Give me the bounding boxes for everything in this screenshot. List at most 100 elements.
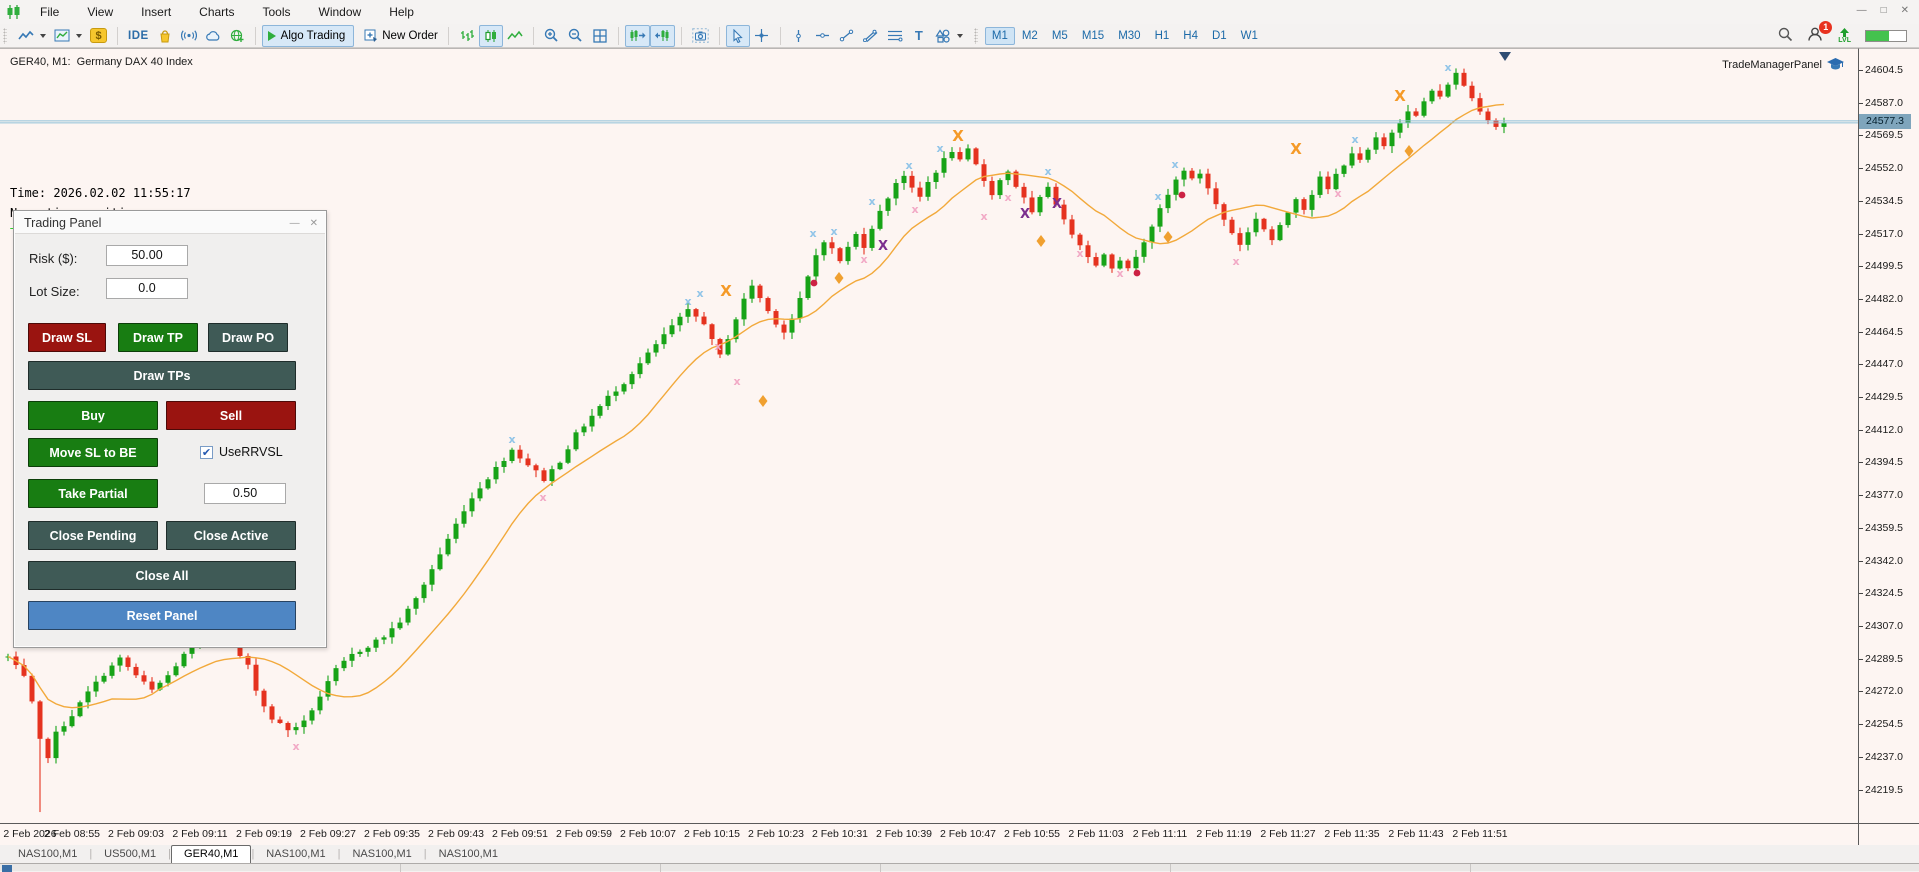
chart-tab[interactable]: NAS100,M1 <box>427 846 510 863</box>
svg-text:x: x <box>868 195 875 208</box>
buy-button[interactable]: Buy <box>28 401 158 430</box>
community-globe-icon[interactable] <box>225 25 249 47</box>
lvl-icon[interactable]: LVL <box>1838 28 1851 44</box>
panel-minimize-icon[interactable]: — <box>290 218 300 229</box>
trendline-tool-icon[interactable] <box>835 25 859 47</box>
bar-chart-type-icon[interactable] <box>455 25 479 47</box>
menu-item[interactable]: Insert <box>127 0 185 24</box>
zoom-out-icon[interactable] <box>564 25 588 47</box>
chart-window-button[interactable] <box>50 25 86 47</box>
svg-text:X: X <box>952 127 964 145</box>
risk-label: Risk ($): <box>29 251 77 266</box>
chart-tab[interactable]: GER40,M1 <box>171 845 251 863</box>
window-close-icon[interactable]: ✕ <box>1901 5 1909 16</box>
svg-text:X: X <box>1052 197 1062 212</box>
vertical-line-tool-icon[interactable] <box>787 25 811 47</box>
time-tick-label: 2 Feb 10:07 <box>620 828 676 840</box>
chart-tab[interactable]: NAS100,M1 <box>254 846 337 863</box>
timeframe-button[interactable]: W1 <box>1234 27 1265 45</box>
screenshot-camera-icon[interactable] <box>688 25 713 47</box>
ide-button[interactable]: IDE <box>124 25 153 47</box>
price-axis[interactable]: 24604.524587.024569.524552.024534.524517… <box>1858 48 1919 823</box>
timeframe-button[interactable]: H4 <box>1176 27 1205 45</box>
chart-auto-scroll-icon[interactable] <box>650 25 675 47</box>
menu-item[interactable]: File <box>26 0 73 24</box>
trading-panel-dialog[interactable]: Trading Panel — ✕ Risk ($): 50.00 Lot Si… <box>13 210 327 648</box>
fibonacci-tool-icon[interactable] <box>883 25 907 47</box>
window-restore-icon[interactable]: □ <box>1881 5 1887 16</box>
close-pending-button[interactable]: Close Pending <box>28 521 158 550</box>
move-sl-to-be-button[interactable]: Move SL to BE <box>28 438 158 467</box>
price-tick-label: 24342.0 <box>1865 555 1903 567</box>
time-axis[interactable]: 2 Feb 20262 Feb 08:552 Feb 09:032 Feb 09… <box>0 823 1858 845</box>
trading-panel-title[interactable]: Trading Panel <box>15 212 325 234</box>
menu-item[interactable]: Help <box>375 0 428 24</box>
panel-close-icon[interactable]: ✕ <box>310 218 318 229</box>
close-active-button[interactable]: Close Active <box>166 521 296 550</box>
chart-tab[interactable]: US500,M1 <box>92 846 168 863</box>
chevron-down-icon <box>40 34 46 38</box>
text-tool-icon[interactable]: T <box>907 25 931 47</box>
horizontal-line-tool-icon[interactable] <box>811 25 835 47</box>
algo-trading-button[interactable]: Algo Trading <box>262 25 355 47</box>
expert-advisor-icon[interactable] <box>1827 58 1844 71</box>
candlestick-chart-type-icon[interactable] <box>479 25 503 47</box>
draw-po-button[interactable]: Draw PO <box>208 323 288 352</box>
draw-tp-button[interactable]: Draw TP <box>118 323 198 352</box>
signals-icon[interactable] <box>177 25 201 47</box>
toolbar-drag-handle[interactable] <box>974 28 978 44</box>
timeframe-button[interactable]: M1 <box>985 27 1015 45</box>
chart-tab[interactable]: NAS100,M1 <box>340 846 423 863</box>
menu-item[interactable]: Window <box>305 0 376 24</box>
lot-size-input[interactable]: 0.0 <box>106 278 188 299</box>
menu-item[interactable]: View <box>73 0 127 24</box>
svg-text:X: X <box>1394 87 1406 105</box>
search-icon[interactable] <box>1778 27 1793 45</box>
dollar-icon[interactable]: $ <box>86 25 111 47</box>
timeframe-button[interactable]: M30 <box>1111 27 1147 45</box>
price-tick-label: 24482.0 <box>1865 293 1903 305</box>
close-all-button[interactable]: Close All <box>28 561 296 590</box>
price-tick-label: 24307.0 <box>1865 620 1903 632</box>
svg-text:x: x <box>1154 190 1161 203</box>
risk-input[interactable]: 50.00 <box>106 245 188 266</box>
market-bag-icon[interactable] <box>153 25 177 47</box>
tile-windows-icon[interactable] <box>588 25 612 47</box>
checkbox-check-icon[interactable]: ✔ <box>200 446 213 459</box>
line-chart-type-icon[interactable] <box>503 25 527 47</box>
toolbar-drag-handle[interactable] <box>3 28 7 44</box>
sell-button[interactable]: Sell <box>166 401 296 430</box>
use-rrvsl-checkbox[interactable]: ✔ UseRRVSL <box>200 445 283 459</box>
menu-item[interactable]: Tools <box>249 0 305 24</box>
crosshair-tool-icon[interactable] <box>750 25 774 47</box>
reset-panel-button[interactable]: Reset Panel <box>28 601 296 630</box>
draw-tps-button[interactable]: Draw TPs <box>28 361 296 390</box>
user-profile-icon[interactable]: 1 <box>1807 26 1824 45</box>
timeframe-button[interactable]: M15 <box>1075 27 1111 45</box>
cursor-tool-icon[interactable] <box>726 25 750 47</box>
take-partial-button[interactable]: Take Partial <box>28 479 158 508</box>
zoom-in-icon[interactable] <box>540 25 564 47</box>
axis-corner <box>1858 823 1919 845</box>
menu-item[interactable]: Charts <box>185 0 248 24</box>
lot-size-label: Lot Size: <box>29 284 80 299</box>
window-minimize-icon[interactable]: — <box>1857 5 1867 16</box>
chevron-down-icon <box>76 34 82 38</box>
timeframe-button[interactable]: D1 <box>1205 27 1234 45</box>
shapes-tool-icon[interactable] <box>931 25 967 47</box>
indicator-list-button[interactable] <box>14 25 50 47</box>
chart-tab[interactable]: NAS100,M1 <box>6 846 89 863</box>
timeframe-button[interactable]: M5 <box>1045 27 1075 45</box>
timeframe-button[interactable]: H1 <box>1148 27 1177 45</box>
chart-shift-end-icon[interactable] <box>625 25 650 47</box>
draw-sl-button[interactable]: Draw SL <box>28 323 106 352</box>
new-order-button[interactable]: New Order <box>360 25 442 47</box>
price-tick-label: 24534.5 <box>1865 195 1903 207</box>
cloud-icon[interactable] <box>201 25 225 47</box>
svg-text:x: x <box>1444 61 1451 74</box>
channel-tool-icon[interactable] <box>859 25 883 47</box>
timeframe-button[interactable]: M2 <box>1015 27 1045 45</box>
svg-text:x: x <box>1351 133 1358 146</box>
partial-ratio-input[interactable]: 0.50 <box>204 483 286 504</box>
svg-text:x: x <box>980 210 987 223</box>
